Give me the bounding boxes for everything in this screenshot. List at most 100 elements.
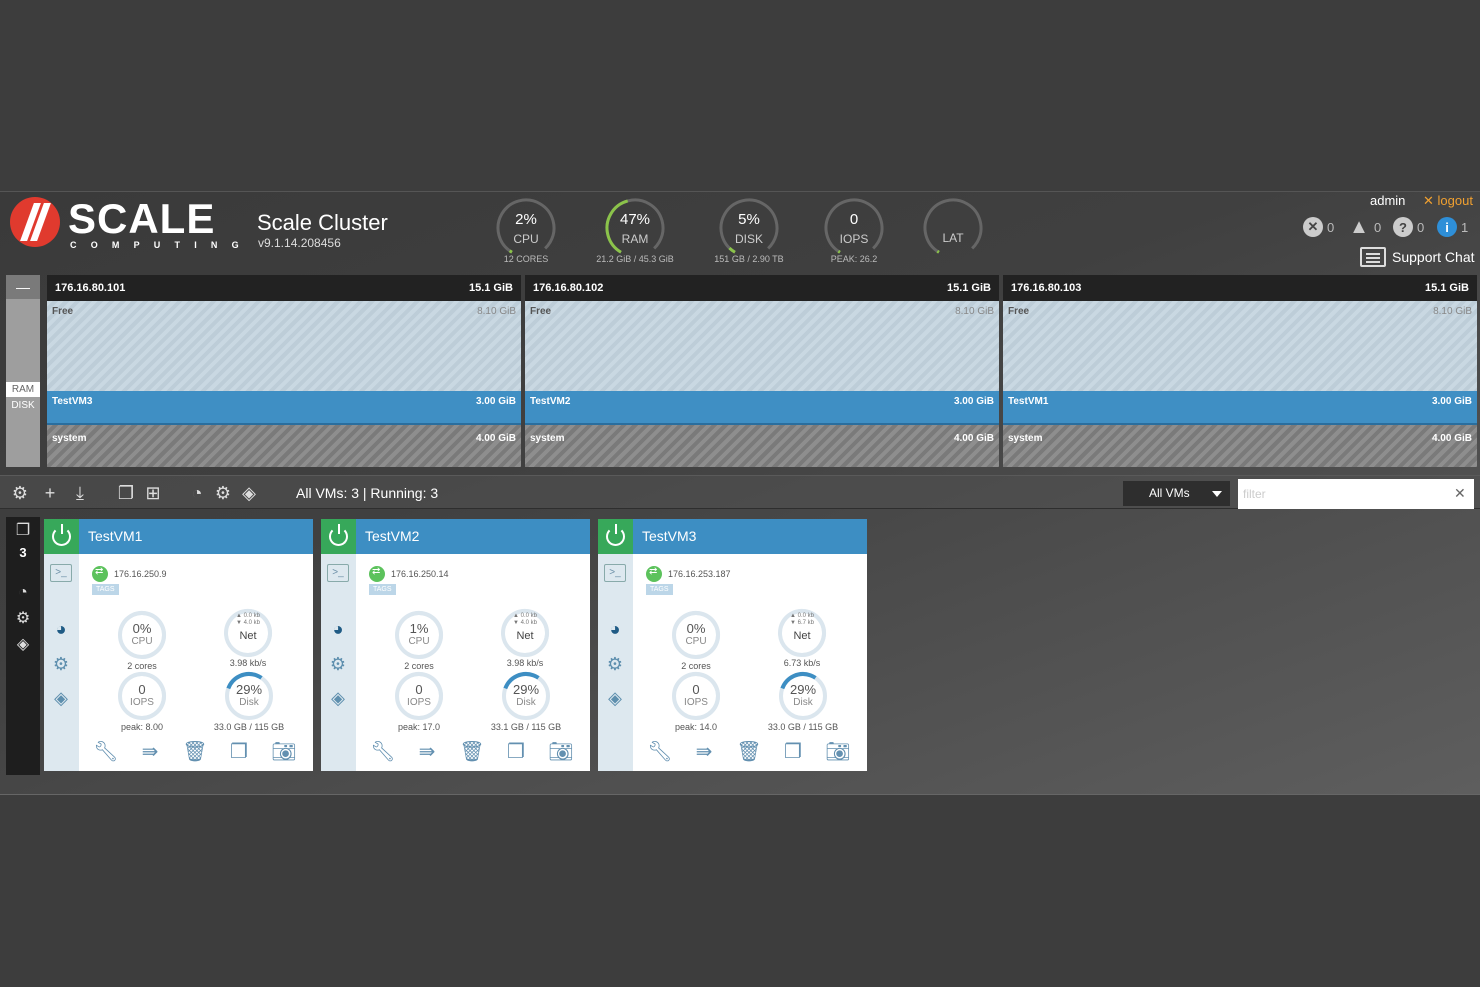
console-icon[interactable]: >_ — [604, 564, 626, 582]
snapshots-tab-icon[interactable]: ◈ — [327, 687, 349, 709]
expand-all-icon[interactable]: ⊞ — [143, 483, 163, 503]
node-card: 176.16.80.101 15.1 GiB Free 8.10 GiB Tes… — [47, 275, 521, 467]
lat-gauge-label: LAT — [942, 231, 964, 245]
error-icon: ✕ — [1303, 217, 1323, 237]
node-vm-segment[interactable]: TestVM1 3.00 GiB — [1003, 391, 1477, 425]
vm-iops-gauge: 0 IOPS — [669, 669, 723, 723]
cpu-gauge-sub: 12 CORES — [503, 254, 549, 264]
trash-icon[interactable]: 🗑︎ — [180, 739, 210, 765]
vm-iops-peak: peak: 14.0 — [674, 722, 718, 732]
logout-label: logout — [1437, 193, 1473, 208]
trash-icon[interactable]: 🗑︎ — [457, 739, 487, 765]
vm-filter-select[interactable]: All VMs — [1123, 481, 1230, 506]
clone-icon[interactable]: ❐ — [224, 739, 254, 765]
layers-icon[interactable]: ◈ — [13, 635, 33, 655]
settings-view-icon[interactable]: ⚙ — [213, 483, 233, 503]
console-icon[interactable]: >_ — [327, 564, 349, 582]
network-status-icon — [646, 566, 662, 582]
vm-label: TestVM2 — [530, 396, 571, 407]
filter-input[interactable] — [1238, 479, 1474, 509]
questions-count: 0 — [1417, 219, 1425, 235]
performance-icon[interactable]: ◔ — [13, 583, 33, 603]
clone-icon[interactable]: ❐ — [501, 739, 531, 765]
free-label: Free — [530, 306, 552, 317]
tags-button[interactable]: TAGS — [646, 584, 673, 595]
tab-disk[interactable]: DISK — [6, 398, 40, 413]
collapse-all-icon[interactable]: ❐ — [116, 483, 136, 503]
move-vm-icon[interactable]: ⇛ — [135, 739, 165, 765]
info-indicator[interactable]: i 1 — [1437, 216, 1468, 238]
vm-name: TestVM1 — [88, 528, 143, 544]
node-free-segment: Free 8.10 GiB — [47, 301, 521, 391]
tags-button[interactable]: TAGS — [369, 584, 396, 595]
vm-cpu-label: CPU — [685, 636, 707, 647]
clear-filter-icon[interactable]: ✕ — [1454, 485, 1466, 502]
warnings-indicator[interactable]: ▲ 0 — [1348, 216, 1381, 238]
tags-button[interactable]: TAGS — [92, 584, 119, 595]
performance-tab-icon[interactable]: ◕ — [604, 618, 626, 640]
settings-tab-icon[interactable]: ⚙ — [50, 653, 72, 675]
node-vm-segment[interactable]: TestVM3 3.00 GiB — [47, 391, 521, 425]
trash-icon[interactable]: 🗑︎ — [734, 739, 764, 765]
errors-indicator[interactable]: ✕ 0 — [1303, 216, 1334, 238]
vm-net-rate: 3.98 kb/s — [506, 658, 544, 668]
wrench-icon[interactable]: 🔧︎ — [368, 739, 398, 765]
vm-stack-icon[interactable]: ❐ — [13, 521, 33, 541]
snapshots-tab-icon[interactable]: ◈ — [50, 687, 72, 709]
vm-net-up: ▲ 0.0 kb — [236, 613, 260, 619]
free-label: Free — [52, 306, 74, 317]
performance-tab-icon[interactable]: ◕ — [50, 618, 72, 640]
vm-iops-gauge: 0 IOPS — [392, 669, 446, 723]
ram-gauge-sub: 21.2 GiB / 45.3 GiB — [596, 254, 674, 264]
node-free-segment: Free 8.10 GiB — [1003, 301, 1477, 391]
clone-icon[interactable]: ❐ — [778, 739, 808, 765]
wrench-icon[interactable]: 🔧︎ — [645, 739, 675, 765]
node-vm-segment[interactable]: TestVM2 3.00 GiB — [525, 391, 999, 425]
logout-link[interactable]: ✕ logout — [1423, 193, 1473, 209]
vm-iops-value: 0 — [415, 682, 423, 697]
camera-icon[interactable]: 📷︎ — [546, 739, 576, 765]
wrench-icon[interactable]: 🔧︎ — [91, 739, 121, 765]
support-chat-label: Support Chat — [1392, 249, 1475, 265]
console-icon[interactable]: >_ — [50, 564, 72, 582]
import-vm-icon[interactable]: ⤓ — [70, 483, 90, 503]
vm-name: TestVM3 — [642, 528, 697, 544]
vm-cpu-label: CPU — [408, 636, 430, 647]
settings-tab-icon[interactable]: ⚙ — [327, 653, 349, 675]
settings-tab-icon[interactable]: ⚙ — [604, 653, 626, 675]
power-button[interactable] — [44, 519, 79, 554]
camera-icon[interactable]: 📷︎ — [823, 739, 853, 765]
power-button[interactable] — [598, 519, 633, 554]
vm-header[interactable]: TestVM1 — [44, 519, 313, 554]
collapse-panel-button[interactable]: — — [6, 275, 40, 299]
vm-cpu-value: 0% — [686, 621, 706, 636]
questions-indicator[interactable]: ? 0 — [1393, 216, 1424, 238]
tab-ram[interactable]: RAM — [6, 382, 40, 397]
power-icon — [52, 524, 71, 546]
vm-header[interactable]: TestVM2 — [321, 519, 590, 554]
header: SCALE COMPUTING Scale Cluster v9.1.14.20… — [0, 192, 1480, 274]
disk-gauge-value: 5% — [738, 211, 760, 228]
move-vm-icon[interactable]: ⇛ — [412, 739, 442, 765]
vm-disk-value: 29% — [789, 682, 817, 697]
vm-disk-usage: 33.0 GB / 115 GB — [213, 722, 285, 732]
vm-card: TestVM3 >_ ◕ ⚙ ◈ 176.16.253.187 TAGS 0% … — [598, 519, 867, 771]
vm-header[interactable]: TestVM3 — [598, 519, 867, 554]
vm-net-rate: 6.73 kb/s — [783, 658, 821, 668]
settings-icon[interactable]: ⚙ — [10, 483, 30, 503]
vm-cpu-gauge: 0% CPU — [669, 608, 723, 662]
power-button[interactable] — [321, 519, 356, 554]
snapshots-view-icon[interactable]: ◈ — [239, 483, 259, 503]
gear-icon[interactable]: ⚙ — [13, 609, 33, 629]
move-vm-icon[interactable]: ⇛ — [689, 739, 719, 765]
snapshots-tab-icon[interactable]: ◈ — [604, 687, 626, 709]
performance-tab-icon[interactable]: ◕ — [327, 618, 349, 640]
cluster-dashboard: SCALE COMPUTING Scale Cluster v9.1.14.20… — [0, 191, 1480, 795]
support-chat-button[interactable]: Support Chat — [1360, 247, 1475, 267]
add-vm-icon[interactable]: + — [40, 483, 60, 503]
camera-icon[interactable]: 📷︎ — [269, 739, 299, 765]
iops-gauge: 0 IOPS — [822, 196, 886, 260]
performance-view-icon[interactable]: ◔ — [187, 483, 207, 503]
iops-gauge-sub: PEAK: 26.2 — [830, 254, 878, 264]
disk-gauge-sub: 151 GB / 2.90 TB — [714, 254, 784, 264]
